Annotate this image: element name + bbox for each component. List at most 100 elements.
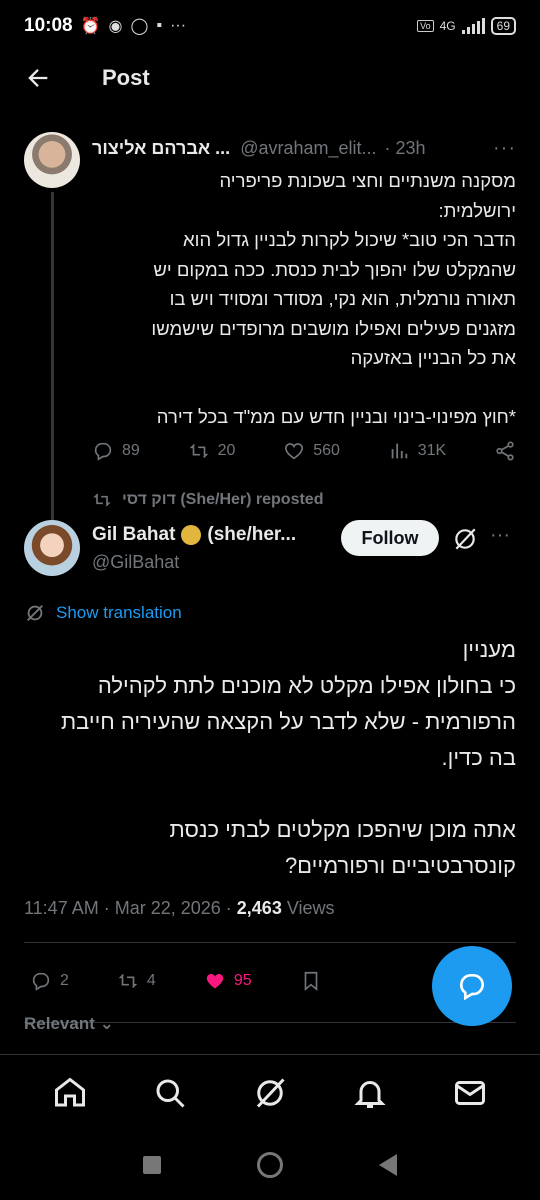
author-name-suffix: (she/her... bbox=[207, 524, 297, 545]
more-options-icon[interactable]: ··· bbox=[493, 137, 516, 160]
thread-connector bbox=[51, 192, 54, 544]
post-footnote: *חוץ מפינוי-בינוי ובניין חדש עם ממ"ד בכל… bbox=[156, 405, 516, 427]
post-line: תאורה נורמלית, הוא נקי, מסודר ומסויד ויש… bbox=[169, 288, 516, 309]
more-options-icon[interactable]: ··· bbox=[490, 524, 510, 547]
post-line: בה כדין. bbox=[441, 745, 517, 770]
grok-icon[interactable] bbox=[452, 526, 478, 552]
heart-filled-icon bbox=[206, 973, 224, 989]
post-line: ירושלמית: bbox=[438, 199, 517, 221]
repost-icon bbox=[93, 493, 111, 507]
system-back-icon[interactable] bbox=[379, 1154, 397, 1176]
chat-icon: ▪ bbox=[156, 17, 163, 34]
views-icon bbox=[391, 443, 407, 459]
main-post-actions: 2 4 95 bbox=[30, 970, 370, 992]
follow-button[interactable]: Follow bbox=[341, 520, 439, 556]
post-meta: 11:47 AM · Mar 22, 2026 · 2,463 Views bbox=[24, 898, 335, 919]
show-translation-link[interactable]: Show translation bbox=[24, 602, 182, 624]
sort-label: Relevant bbox=[24, 1014, 95, 1033]
chevron-down-icon: ⌄ bbox=[94, 1014, 114, 1033]
status-right: Vo 4G 69 bbox=[417, 17, 516, 35]
volte-icon: Vo bbox=[417, 20, 434, 32]
show-translation-label: Show translation bbox=[56, 603, 182, 622]
post-line: הרפורמית - שלא לדבר על הקצאה שהעיריה חיי… bbox=[60, 709, 516, 734]
author-handle[interactable]: @avraham_elit... bbox=[240, 138, 376, 159]
post-line: מעניין bbox=[462, 637, 516, 662]
app-notification-icon: ◉ bbox=[108, 18, 123, 35]
like-button[interactable]: 95 bbox=[204, 970, 252, 992]
share-button[interactable] bbox=[494, 440, 516, 462]
bookmark-button[interactable] bbox=[300, 970, 322, 992]
like-button[interactable]: 560 bbox=[283, 440, 340, 462]
reposted-by-line[interactable]: דוק דסי (She/Her) reposted bbox=[92, 490, 323, 510]
post-line: הדבר הכי טוב* שיכול לקרות לבניין גדול הו… bbox=[183, 229, 516, 250]
heart-icon bbox=[285, 443, 304, 460]
avatar[interactable] bbox=[24, 520, 80, 576]
alarm-icon: ⏰ bbox=[80, 18, 101, 35]
reply-button[interactable]: 89 bbox=[92, 440, 140, 462]
sort-replies-dropdown[interactable]: Relevant ⌄ bbox=[24, 1014, 114, 1034]
reply-icon bbox=[94, 442, 112, 461]
parent-post-header: אברהם אליצור ... @avraham_elit... · 23h … bbox=[92, 136, 516, 160]
translate-icon bbox=[27, 605, 43, 621]
divider bbox=[24, 942, 516, 943]
repost-button[interactable]: 4 bbox=[117, 970, 156, 992]
notifications-icon[interactable] bbox=[352, 1075, 388, 1111]
page-title: Post bbox=[102, 65, 150, 90]
network-type: 4G bbox=[439, 19, 456, 33]
parent-post-actions: 89 20 560 31K bbox=[92, 440, 516, 462]
views-count: 2,463 bbox=[236, 898, 282, 918]
status-time: 10:08 bbox=[24, 15, 73, 36]
post-line: כי בחולון אפילו מקלט לא מוכנים לתת לקהיל… bbox=[97, 673, 516, 698]
bottom-navigation bbox=[0, 1054, 540, 1130]
like-count: 95 bbox=[233, 972, 252, 989]
reply-count: 89 bbox=[122, 442, 140, 459]
more-notifications-icon: ··· bbox=[170, 17, 187, 34]
messages-icon[interactable] bbox=[452, 1075, 488, 1111]
bookmark-icon bbox=[304, 971, 317, 992]
repost-icon bbox=[189, 443, 208, 459]
post-header: Post bbox=[0, 52, 540, 106]
author-handle[interactable]: @GilBahat bbox=[92, 552, 179, 573]
repost-icon bbox=[118, 973, 138, 989]
author-name[interactable]: אברהם אליצור ... bbox=[92, 138, 230, 159]
avatar[interactable] bbox=[24, 132, 80, 188]
home-icon[interactable] bbox=[52, 1075, 88, 1111]
repost-button[interactable]: 20 bbox=[188, 440, 236, 462]
post-time: · 23h bbox=[384, 137, 426, 158]
reposted-by-text: דוק דסי (She/Her) reposted bbox=[122, 491, 324, 508]
whatsapp-icon: ◯ bbox=[130, 18, 149, 35]
post-line: מזגנים פעילים ואפילו מושבים מרופדים שישמ… bbox=[151, 317, 516, 339]
post-line: את כל הבניין באזעקה bbox=[350, 347, 516, 368]
verified-badge-icon bbox=[181, 525, 202, 545]
status-notification-icons: ⏰ ◉ ◯ ▪ ··· bbox=[81, 16, 186, 36]
author-name[interactable]: Gil Bahat bbox=[92, 524, 175, 546]
back-arrow-icon[interactable] bbox=[24, 64, 52, 92]
grok-icon[interactable] bbox=[252, 1075, 288, 1111]
search-icon[interactable] bbox=[152, 1075, 188, 1111]
system-navigation bbox=[0, 1130, 540, 1200]
status-bar: 10:08 ⏰ ◉ ◯ ▪ ··· Vo 4G 69 bbox=[0, 0, 540, 52]
share-icon bbox=[496, 441, 514, 461]
post-line: שהמקלט שלו יהפוך לבית כנסת. ככה במקום יש bbox=[153, 258, 516, 280]
post-text: מעניין כי בחולון אפילו מקלט לא מוכנים לת… bbox=[24, 632, 516, 884]
like-count: 560 bbox=[313, 442, 340, 459]
home-button-icon[interactable] bbox=[257, 1152, 283, 1178]
recent-apps-icon[interactable] bbox=[143, 1156, 161, 1174]
repost-count: 4 bbox=[146, 972, 156, 989]
post-line: מסקנה משנתיים וחצי בשכונת פריפריה bbox=[219, 170, 516, 191]
reply-count: 2 bbox=[60, 972, 69, 989]
reply-icon bbox=[32, 972, 50, 991]
views-button[interactable]: 31K bbox=[388, 440, 446, 462]
reply-button[interactable]: 2 bbox=[30, 970, 69, 992]
post-text: מסקנה משנתיים וחצי בשכונת פריפריה ירושלמ… bbox=[92, 166, 516, 431]
reply-bubble-icon bbox=[460, 974, 484, 1001]
compose-reply-fab[interactable] bbox=[432, 946, 512, 1026]
author-name-row[interactable]: Gil Bahat (she/her... bbox=[92, 524, 296, 546]
signal-icon bbox=[461, 18, 485, 34]
battery-icon: 69 bbox=[490, 17, 516, 35]
post-line: קונסרבטיביים ורפורמיים? bbox=[284, 853, 516, 878]
post-line: אתה מוכן שיהפכו מקלטים לבתי כנסת bbox=[169, 817, 516, 842]
views-label: Views bbox=[281, 898, 335, 918]
view-count: 31K bbox=[417, 442, 447, 459]
repost-count: 20 bbox=[217, 442, 236, 459]
